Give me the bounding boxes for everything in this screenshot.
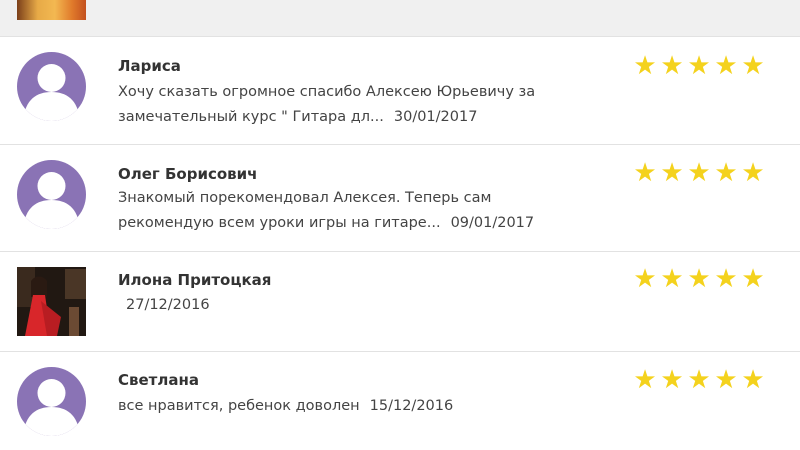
reviewer-name: Илона Притоцкая xyxy=(118,271,272,289)
star-icon: ★ xyxy=(741,158,765,188)
review-item: Олег Борисович Знакомый порекомендовал А… xyxy=(0,144,800,251)
star-icon: ★ xyxy=(687,365,711,395)
star-icon: ★ xyxy=(714,51,738,81)
star-icon: ★ xyxy=(714,158,738,188)
rating-stars: ★ ★ ★ ★ ★ xyxy=(633,51,768,81)
review-date: 27/12/2016 xyxy=(126,297,210,313)
review-text-line: Хочу сказать огромное спасибо Алексею Юр… xyxy=(118,84,536,100)
star-icon: ★ xyxy=(633,51,657,81)
user-avatar-icon xyxy=(17,367,86,436)
user-avatar-icon xyxy=(17,52,86,121)
star-icon: ★ xyxy=(633,365,657,395)
review-text-line: все нравится, ребенок доволен xyxy=(118,398,360,414)
star-icon: ★ xyxy=(633,158,657,188)
user-avatar-icon xyxy=(17,160,86,229)
star-icon: ★ xyxy=(741,264,765,294)
review-text-line: Знакомый порекомендовал Алексея. Теперь … xyxy=(118,190,492,206)
star-icon: ★ xyxy=(660,365,684,395)
review-text-line: замечательный курс " Гитара дл... xyxy=(118,109,384,125)
review-date: 09/01/2017 xyxy=(450,215,535,231)
reviewer-name: Светлана xyxy=(118,371,199,389)
star-icon: ★ xyxy=(660,264,684,294)
star-icon: ★ xyxy=(687,51,711,81)
review-text-line: рекомендую всем уроки игры на гитаре... xyxy=(118,215,441,231)
star-icon: ★ xyxy=(633,264,657,294)
review-text: все нравится, ребенок доволен 15/12/2016 xyxy=(118,394,598,419)
rating-stars: ★ ★ ★ ★ ★ xyxy=(633,365,768,395)
user-photo xyxy=(17,0,86,20)
star-icon: ★ xyxy=(660,158,684,188)
user-photo xyxy=(17,267,86,336)
review-text: 27/12/2016 xyxy=(126,293,606,318)
rating-stars: ★ ★ ★ ★ ★ xyxy=(633,158,768,188)
reviewer-name: Олег Борисович xyxy=(118,165,258,183)
review-item-partial xyxy=(0,0,800,36)
star-icon: ★ xyxy=(687,264,711,294)
star-icon: ★ xyxy=(714,365,738,395)
review-text: Хочу сказать огромное спасибо Алексею Юр… xyxy=(118,80,598,130)
review-date: 30/01/2017 xyxy=(393,109,478,125)
review-text: Знакомый порекомендовал Алексея. Теперь … xyxy=(118,186,598,236)
rating-stars: ★ ★ ★ ★ ★ xyxy=(633,264,768,294)
star-icon: ★ xyxy=(660,51,684,81)
review-item: Илона Притоцкая 27/12/2016 ★ ★ ★ ★ ★ xyxy=(0,251,800,351)
star-icon: ★ xyxy=(741,51,765,81)
review-item: Лариса Хочу сказать огромное спасибо Але… xyxy=(0,36,800,144)
reviewer-name: Лариса xyxy=(118,57,181,75)
star-icon: ★ xyxy=(741,365,765,395)
review-item: Светлана все нравится, ребенок доволен 15… xyxy=(0,351,800,450)
star-icon: ★ xyxy=(687,158,711,188)
review-date: 15/12/2016 xyxy=(369,398,454,414)
star-icon: ★ xyxy=(714,264,738,294)
